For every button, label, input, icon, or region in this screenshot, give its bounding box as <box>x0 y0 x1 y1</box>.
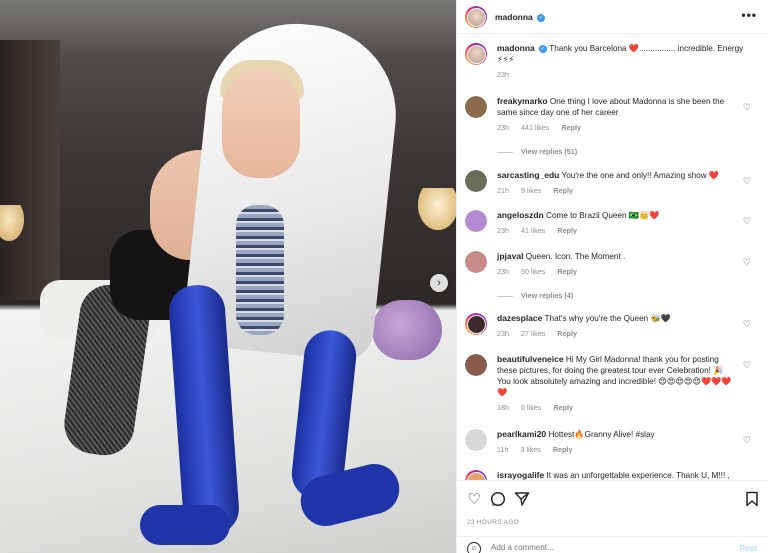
comment-icon[interactable] <box>489 491 507 509</box>
comment-time: 23h <box>497 226 509 235</box>
photo-hand-left <box>140 505 230 545</box>
photo-plush-toy <box>372 300 442 360</box>
heart-icon[interactable]: ♡ <box>743 319 751 330</box>
comment-text: That's why you're the Queen 🐝🖤 <box>544 314 671 323</box>
chevron-right-icon[interactable]: › <box>430 274 448 292</box>
comments-list[interactable]: madonna ✓ Thank you Barcelona ❤️........… <box>457 34 768 480</box>
add-comment-bar: ☺ Post <box>457 536 768 553</box>
post-time-ago: 23 HOURS AGO <box>467 519 520 526</box>
caption-time: 23h <box>497 70 509 79</box>
view-replies-label: View replies (4) <box>521 291 574 300</box>
comment-username[interactable]: israyogalife <box>497 470 544 480</box>
photo-lamp-right <box>418 188 456 230</box>
comment-text: Come to Brazil Queen 🇧🇷👑❤️ <box>546 211 660 220</box>
reply-button[interactable]: Reply <box>557 329 577 338</box>
comment-username[interactable]: angeloszdn <box>497 210 544 220</box>
share-icon[interactable] <box>513 491 531 509</box>
comment-username[interactable]: dazesplace <box>497 313 542 323</box>
heart-icon[interactable]: ♡ <box>743 435 751 446</box>
photo-ceiling <box>0 0 456 60</box>
comment-username[interactable]: sarcasting_edu <box>497 170 559 180</box>
heart-icon[interactable]: ♡ <box>465 491 483 509</box>
commenter-avatar[interactable] <box>465 170 487 192</box>
reply-button[interactable]: Reply <box>553 445 573 454</box>
verified-icon: ✓ <box>539 44 548 53</box>
comment-likes[interactable]: 27 likes <box>521 329 545 338</box>
comment-time: 23h <box>497 267 509 276</box>
comment-username[interactable]: freakymarko <box>497 96 548 106</box>
post-photo: › <box>0 0 456 553</box>
reply-button[interactable]: Reply <box>557 226 577 235</box>
photo-face <box>222 70 300 178</box>
photo-wall <box>0 40 60 300</box>
comment-time: 11h <box>497 445 509 454</box>
commenter-avatar[interactable] <box>465 354 487 376</box>
commenter-avatar[interactable] <box>465 210 487 232</box>
view-replies-button[interactable]: View replies (4) <box>497 291 573 300</box>
author-username[interactable]: madonna <box>495 12 533 22</box>
comment-time: 21h <box>497 186 509 195</box>
comment-likes[interactable]: 3 likes <box>520 445 540 454</box>
comment-likes[interactable]: 441 likes <box>521 123 549 132</box>
comment-text: You're the one and only!! Amazing show ❤… <box>561 171 720 180</box>
comment-likes[interactable]: 41 likes <box>521 226 545 235</box>
comment-text: Queen. Icon. The Moment . <box>525 252 626 261</box>
comment-time: 23h <box>497 329 509 338</box>
post-button[interactable]: Post <box>740 544 757 553</box>
reply-button[interactable]: Reply <box>561 123 581 132</box>
caption-avatar[interactable] <box>465 43 487 65</box>
heart-icon[interactable]: ♡ <box>743 216 751 227</box>
commenter-avatar[interactable] <box>465 96 487 118</box>
comment-text: Hottest🔥Granny Alive! #slay <box>548 430 655 439</box>
heart-icon[interactable]: ♡ <box>743 102 751 113</box>
reply-button[interactable]: Reply <box>553 403 573 412</box>
reply-button[interactable]: Reply <box>553 186 573 195</box>
more-options-icon[interactable]: ••• <box>741 8 757 22</box>
comment-likes[interactable]: 6 likes <box>521 403 541 412</box>
comment-username[interactable]: beautifulveneice <box>497 354 564 364</box>
comment-input[interactable] <box>491 543 711 552</box>
heart-icon[interactable]: ♡ <box>743 176 751 187</box>
photo-necklace <box>236 205 284 335</box>
caption-username[interactable]: madonna <box>497 43 535 53</box>
author-avatar[interactable] <box>465 6 487 28</box>
comment-likes[interactable]: 9 likes <box>521 186 541 195</box>
view-replies-label: View replies (51) <box>521 147 578 156</box>
post-actions-bar: ♡ 23 HOURS AGO ☺ Post <box>457 480 768 553</box>
emoji-icon[interactable]: ☺ <box>467 542 481 553</box>
comment-time: 18h <box>497 403 509 412</box>
heart-icon[interactable]: ♡ <box>743 257 751 268</box>
comment-username[interactable]: jpjaval <box>497 251 523 261</box>
reply-button[interactable]: Reply <box>557 267 577 276</box>
view-replies-button[interactable]: View replies (51) <box>497 147 577 156</box>
commenter-avatar[interactable] <box>465 429 487 451</box>
post-header: madonna ✓ ••• <box>457 0 768 34</box>
post-side-panel: madonna ✓ ••• madonna ✓ Thank you Barcel… <box>456 0 768 553</box>
photo-lamp-left <box>0 205 24 241</box>
commenter-avatar[interactable] <box>465 313 487 335</box>
commenter-avatar[interactable] <box>465 251 487 273</box>
heart-icon[interactable]: ♡ <box>743 360 751 371</box>
comment-text: It was an unforgettable experience. Than… <box>546 471 730 480</box>
comment-time: 23h <box>497 123 509 132</box>
bookmark-icon[interactable] <box>743 491 761 509</box>
comment-likes[interactable]: 60 likes <box>521 267 545 276</box>
verified-icon: ✓ <box>537 13 546 22</box>
commenter-avatar[interactable] <box>465 470 487 480</box>
comment-username[interactable]: pearlkami20 <box>497 429 546 439</box>
avatar-fill <box>465 96 487 118</box>
